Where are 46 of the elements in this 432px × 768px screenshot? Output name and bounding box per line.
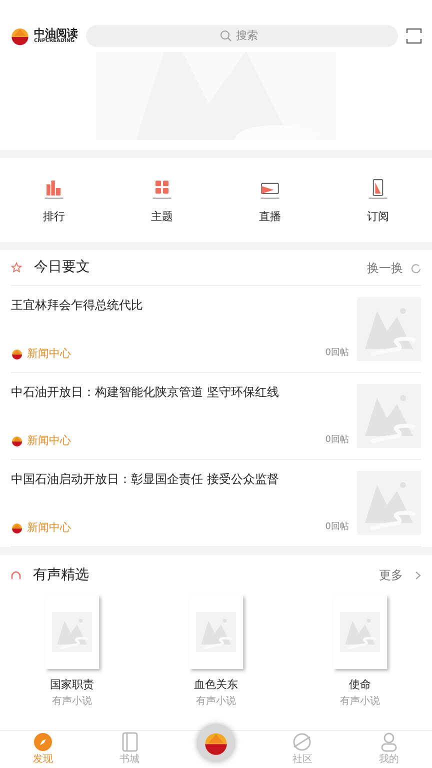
book-icon bbox=[120, 732, 139, 752]
book-category: 有声小说 bbox=[196, 694, 236, 708]
app-name: 中油阅读 bbox=[34, 28, 78, 39]
article-title: 王宜林拜会乍得总统代比 bbox=[11, 297, 144, 314]
source-logo-icon bbox=[11, 348, 23, 360]
reply-count: 0回帖 bbox=[325, 434, 349, 447]
play-button[interactable] bbox=[196, 724, 235, 762]
article-title: 中石油开放日：构建智能化陕京管道 坚守环保红线 bbox=[11, 384, 280, 401]
section-title: 今日要文 bbox=[34, 258, 90, 277]
article-source: 新闻中心 bbox=[27, 432, 71, 448]
reply-count: 0回帖 bbox=[325, 347, 349, 360]
article-row[interactable]: 中国石油启动开放日：彰显国企责任 接受公众监督 新闻中心 0回帖 bbox=[11, 460, 421, 547]
book-cover[interactable] bbox=[189, 595, 243, 669]
book-cover[interactable] bbox=[333, 595, 387, 669]
book-cover[interactable] bbox=[45, 595, 99, 669]
source-logo-icon bbox=[11, 522, 23, 534]
scan-icon[interactable] bbox=[406, 28, 422, 44]
planet-icon bbox=[292, 732, 312, 752]
shortcut-label[interactable]: 直播 bbox=[259, 208, 281, 226]
more-button[interactable]: 更多 bbox=[379, 566, 421, 584]
book-title: 使命 bbox=[349, 677, 371, 693]
search-icon bbox=[220, 30, 232, 42]
chevron-right-icon bbox=[415, 570, 421, 580]
search-input[interactable]: 搜索 bbox=[236, 28, 264, 44]
headphones-icon bbox=[11, 571, 21, 579]
book-category: 有声小说 bbox=[340, 694, 380, 708]
logo-icon bbox=[10, 26, 30, 46]
source-logo-icon bbox=[11, 434, 23, 447]
shortcut-label[interactable]: 排行 bbox=[43, 208, 65, 226]
book-category: 有声小说 bbox=[52, 694, 92, 708]
shortcut-label[interactable]: 主题 bbox=[151, 208, 173, 226]
book-title: 血色关东 bbox=[194, 677, 238, 693]
article-row[interactable]: 中石油开放日：构建智能化陕京管道 坚守环保红线 新闻中心 0回帖 bbox=[11, 373, 421, 460]
article-source: 新闻中心 bbox=[27, 346, 71, 362]
person-icon bbox=[380, 732, 398, 752]
section-title: 有声精选 bbox=[33, 566, 89, 584]
refresh-icon bbox=[411, 262, 421, 272]
book-title: 国家职责 bbox=[50, 677, 94, 693]
star-icon bbox=[11, 262, 22, 273]
shortcut-label[interactable]: 订阅 bbox=[367, 208, 389, 226]
article-title: 中国石油启动开放日：彰显国企责任 接受公众监督 bbox=[11, 471, 280, 488]
article-row[interactable]: 王宜林拜会乍得总统代比 新闻中心 0回帖 bbox=[11, 286, 421, 373]
search-field[interactable]: 搜索 bbox=[86, 25, 398, 47]
refresh-button[interactable]: 换一换 bbox=[367, 258, 421, 276]
article-source: 新闻中心 bbox=[27, 520, 71, 536]
reply-count: 0回帖 bbox=[325, 521, 349, 534]
